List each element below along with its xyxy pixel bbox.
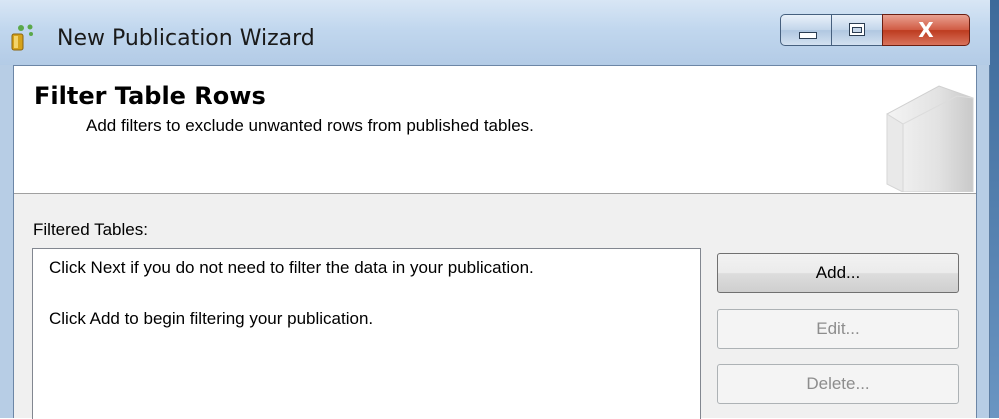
page-subtitle: Add filters to exclude unwanted rows fro… bbox=[86, 116, 534, 135]
list-message: Click Next if you do not need to filter … bbox=[49, 258, 534, 277]
edit-button[interactable]: Edit... bbox=[717, 309, 959, 349]
add-button[interactable]: Add... bbox=[717, 253, 959, 293]
maximize-icon bbox=[849, 23, 865, 36]
page-title: Filter Table Rows bbox=[34, 82, 266, 110]
title-bar[interactable]: New Publication Wizard X bbox=[0, 0, 990, 65]
close-icon: X bbox=[918, 18, 934, 42]
filtered-tables-list[interactable]: Click Next if you do not need to filter … bbox=[32, 248, 701, 419]
delete-button[interactable]: Delete... bbox=[717, 364, 959, 404]
desktop-background bbox=[990, 0, 999, 418]
wizard-app-icon bbox=[11, 24, 33, 51]
filtered-tables-label: Filtered Tables: bbox=[33, 220, 148, 239]
list-message: Click Add to begin filtering your public… bbox=[49, 309, 374, 328]
minimize-button[interactable] bbox=[780, 14, 832, 46]
window-title: New Publication Wizard bbox=[57, 26, 315, 51]
wizard-client-area: Filter Table Rows Add filters to exclude… bbox=[13, 65, 977, 419]
close-button[interactable]: X bbox=[882, 14, 970, 46]
maximize-button[interactable] bbox=[831, 14, 883, 46]
minimize-icon bbox=[799, 32, 817, 39]
book-icon bbox=[886, 85, 974, 192]
wizard-header: Filter Table Rows Add filters to exclude… bbox=[14, 66, 976, 194]
wizard-window: New Publication Wizard X Filter Table Ro… bbox=[0, 0, 990, 419]
